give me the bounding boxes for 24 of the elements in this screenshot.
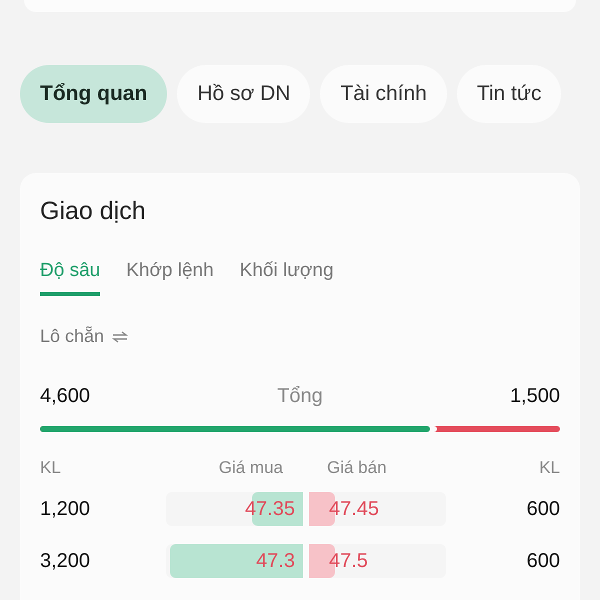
ask-price: 47.45 [328, 498, 380, 520]
ask-price: 47.5 [328, 550, 368, 572]
lot-label: Lô chẵn [40, 326, 104, 347]
tab[interactable]: Tin tức [456, 65, 562, 123]
tab[interactable]: Khối lượng [240, 260, 334, 296]
sell-total: 1,500 [510, 385, 560, 408]
column-header: Giá bán [326, 458, 388, 478]
table-cell-text: 1,200 [40, 498, 92, 520]
tab[interactable]: Tổng quan [20, 65, 168, 123]
table-cell: 600 [526, 550, 560, 572]
column-header: Giá mua [218, 458, 284, 478]
tab[interactable]: Khớp lệnh [126, 260, 214, 296]
column-header: KL [40, 458, 62, 478]
table-cell: 600 [526, 498, 560, 520]
bid-price: 47.35 [244, 498, 296, 520]
total-label: Tổng [277, 385, 323, 408]
column-header: KL [539, 458, 560, 478]
table-cell-text: 3,200 [40, 550, 92, 572]
tab[interactable]: Tài chính [320, 65, 447, 123]
card-title: Giao dịch [40, 197, 147, 226]
tab[interactable]: Hồ sơ DN [177, 65, 310, 123]
swap-icon[interactable] [112, 330, 128, 342]
buy-total: 4,600 [40, 385, 90, 408]
bid-price: 47.3 [256, 550, 296, 572]
